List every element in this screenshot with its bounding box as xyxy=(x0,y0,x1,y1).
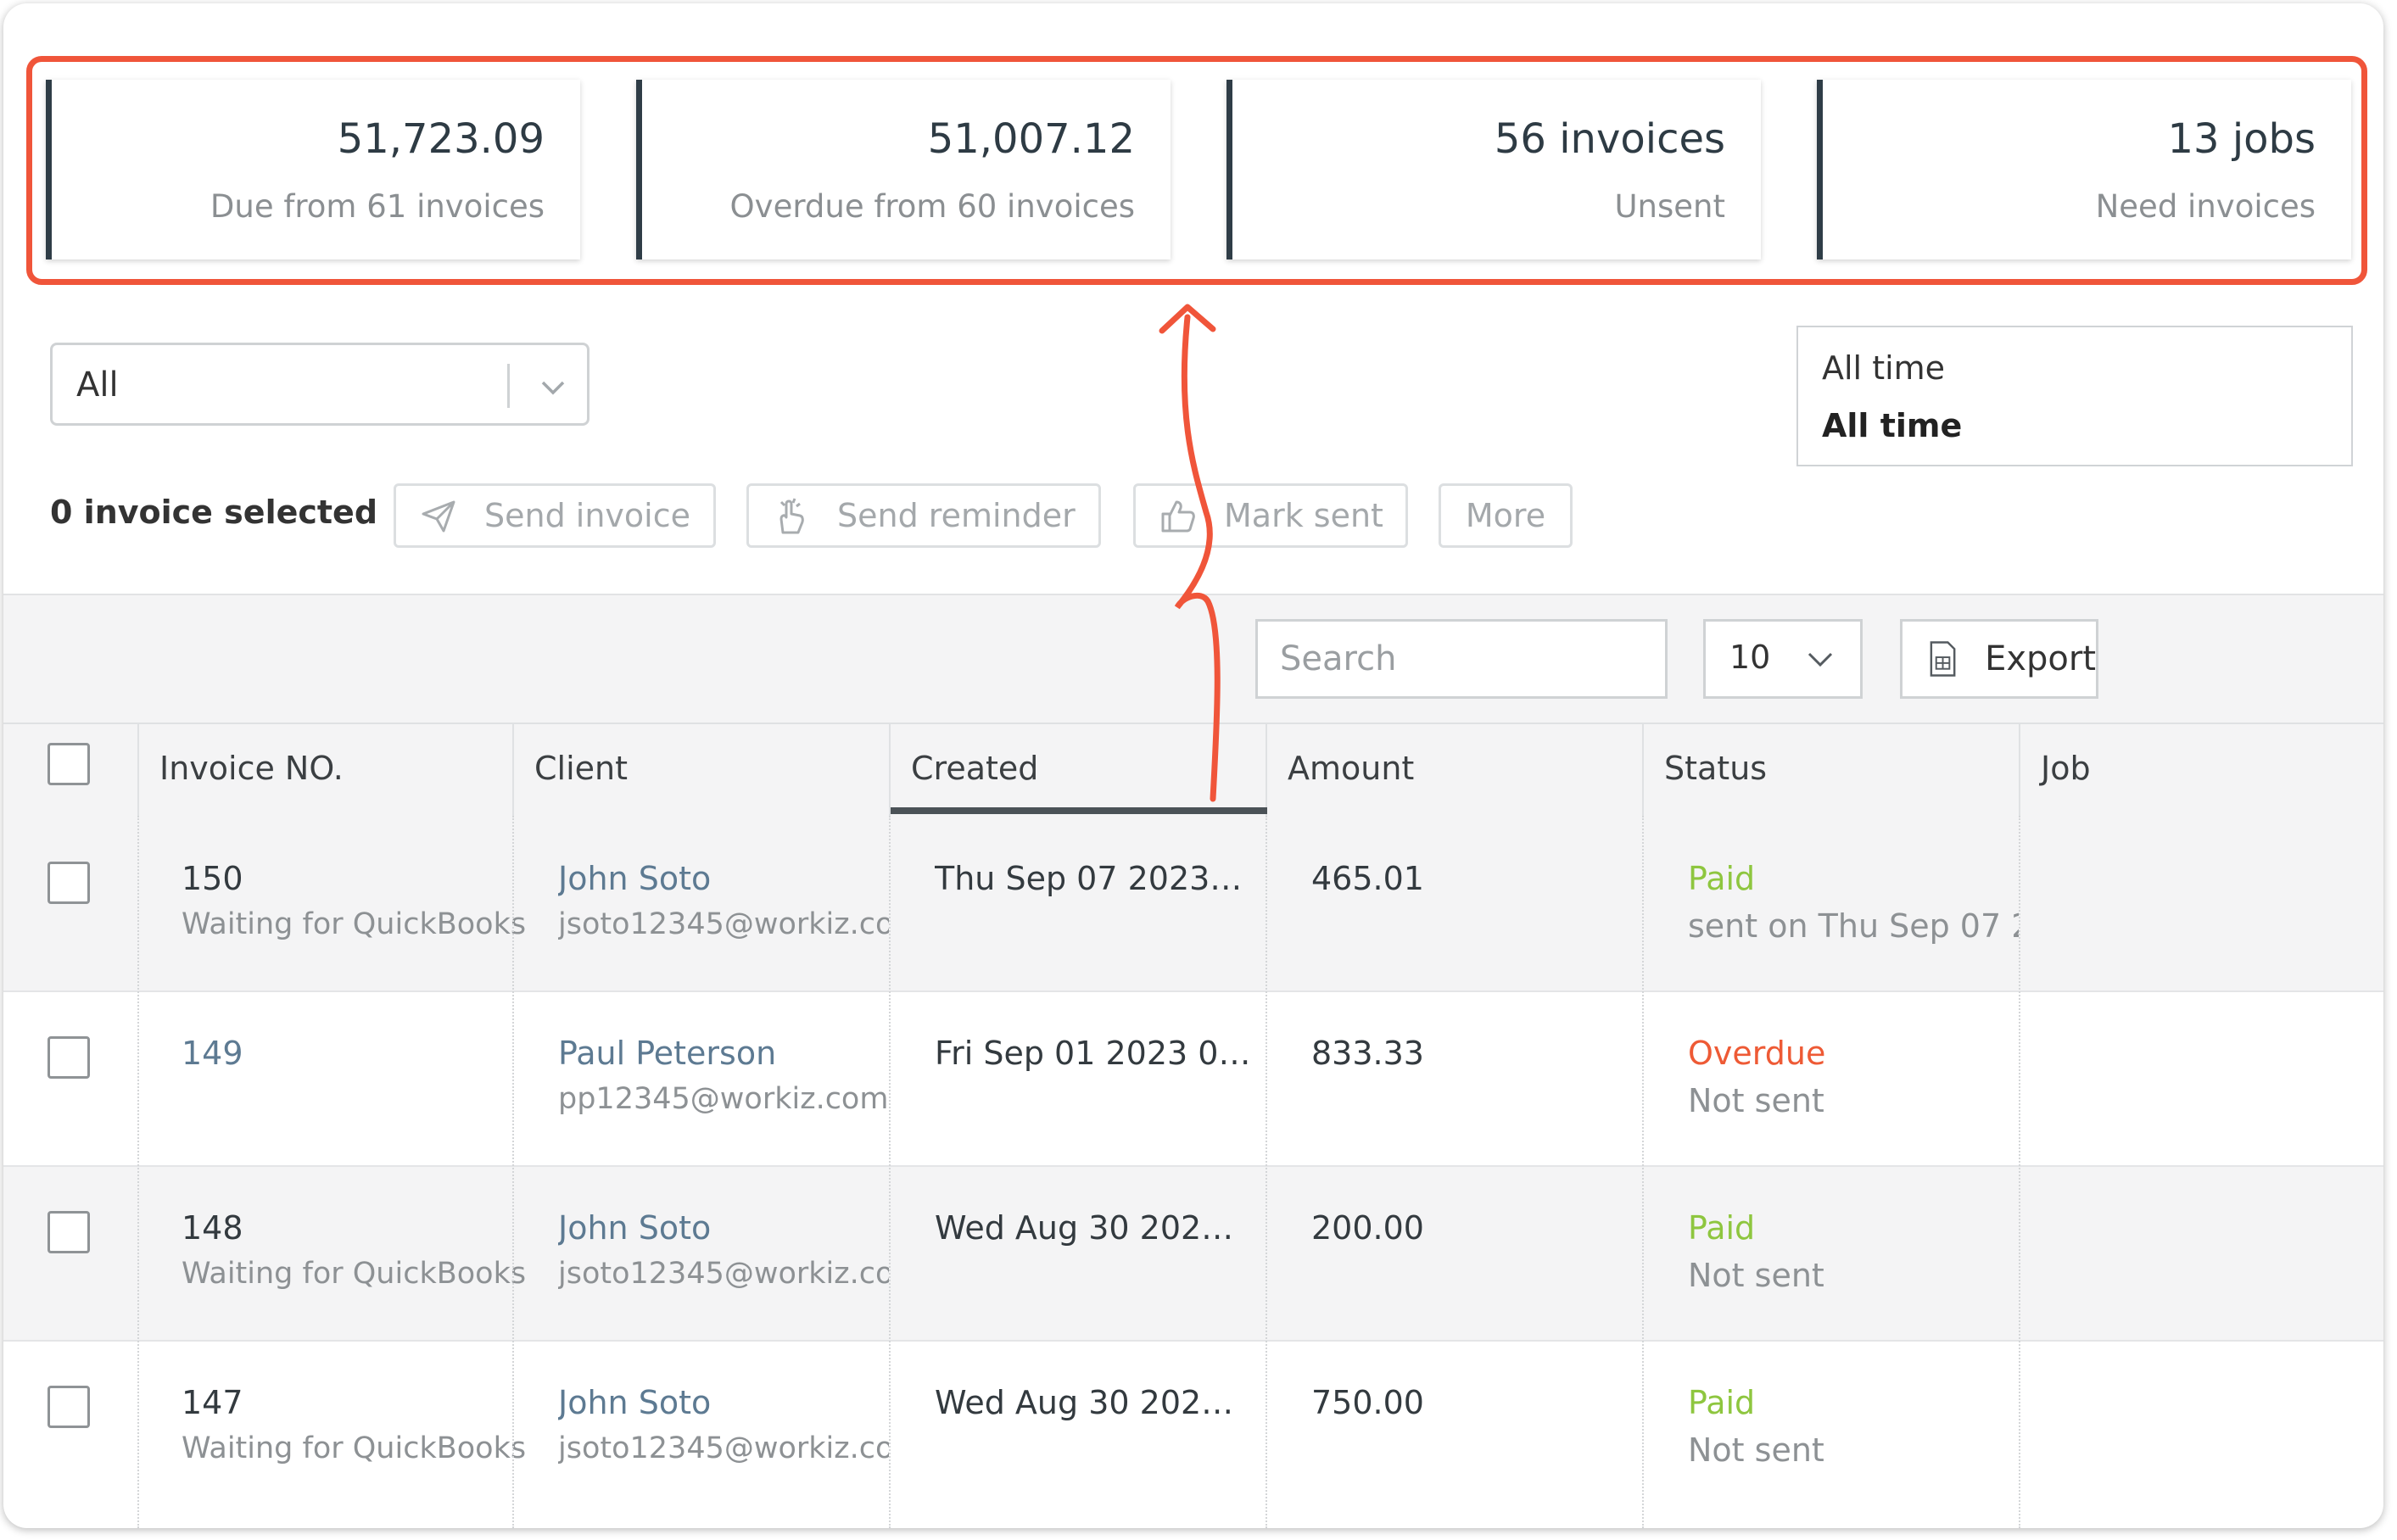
invoice-sync-status: Waiting for QuickBooks xyxy=(182,1257,527,1291)
created-date: Thu Sep 07 2023… xyxy=(935,860,1243,897)
client-name-link[interactable]: John Soto xyxy=(558,1384,711,1421)
annotation-arrow xyxy=(1159,304,1221,802)
date-range-label: All time xyxy=(1822,349,1946,387)
select-all-checkbox[interactable] xyxy=(47,743,90,785)
chevron-down-icon xyxy=(541,381,565,395)
chevron-down-icon xyxy=(1808,652,1833,667)
page-size-select[interactable]: 10 xyxy=(1703,619,1863,699)
status-detail: Not sent xyxy=(1688,1257,1824,1294)
client-email: pp12345@workiz.com xyxy=(558,1082,889,1116)
column-header-job[interactable]: Job xyxy=(2041,750,2091,787)
table-row[interactable]: 147 Waiting for QuickBooks John Soto jso… xyxy=(3,1342,2383,1515)
amount: 465.01 xyxy=(1311,860,1424,897)
created-date: Wed Aug 30 202… xyxy=(935,1384,1234,1421)
send-reminder-label: Send reminder xyxy=(837,497,1076,534)
selected-count: 0 invoice selected xyxy=(50,494,378,531)
column-divider xyxy=(2019,724,2020,817)
column-header-amount[interactable]: Amount xyxy=(1288,750,1414,787)
invoice-number: 148 xyxy=(182,1209,243,1247)
column-header-created[interactable]: Created xyxy=(911,750,1038,787)
column-header-status[interactable]: Status xyxy=(1664,750,1767,787)
invoice-sync-status: Waiting for QuickBooks xyxy=(182,907,527,941)
export-button[interactable]: Export xyxy=(1900,619,2098,699)
status-badge: Paid xyxy=(1688,1209,1756,1247)
row-checkbox[interactable] xyxy=(47,1211,90,1253)
date-range-picker[interactable]: All time All time xyxy=(1796,326,2353,466)
export-label: Export xyxy=(1985,639,2096,678)
client-name-link[interactable]: John Soto xyxy=(558,860,711,897)
table-row[interactable]: 148 Waiting for QuickBooks John Soto jso… xyxy=(3,1167,2383,1342)
status-detail: Not sent xyxy=(1688,1431,1824,1469)
more-button[interactable]: More xyxy=(1439,483,1573,548)
client-name-link[interactable]: John Soto xyxy=(558,1209,711,1247)
date-range-value: All time xyxy=(1822,407,1963,444)
invoices-panel: 51,723.09 Due from 61 invoices 51,007.12… xyxy=(3,3,2383,1528)
invoice-number-link[interactable]: 149 xyxy=(182,1035,243,1072)
client-name-link[interactable]: Paul Peterson xyxy=(558,1035,776,1072)
column-divider xyxy=(1642,724,1644,817)
column-header-client[interactable]: Client xyxy=(534,750,628,787)
send-invoice-label: Send invoice xyxy=(484,497,690,534)
page-size-value: 10 xyxy=(1729,639,1771,676)
column-guide xyxy=(889,816,891,1528)
column-guide xyxy=(512,816,514,1528)
column-guide xyxy=(2019,816,2020,1528)
filter-selected-value: All xyxy=(76,365,119,405)
more-label: More xyxy=(1465,497,1546,534)
column-divider xyxy=(512,724,514,817)
column-guide xyxy=(137,816,139,1528)
spreadsheet-icon xyxy=(1930,641,1956,677)
created-date: Wed Aug 30 202… xyxy=(935,1209,1234,1247)
table-row[interactable]: 150 Waiting for QuickBooks John Soto jso… xyxy=(3,817,2383,992)
invoice-number: 147 xyxy=(182,1384,243,1421)
row-checkbox[interactable] xyxy=(47,1386,90,1428)
send-invoice-button[interactable]: Send invoice xyxy=(394,483,716,548)
client-email: jsoto12345@workiz.com xyxy=(558,1431,889,1465)
table-row[interactable]: 149 Paul Peterson pp12345@workiz.com Fri… xyxy=(3,992,2383,1167)
status-badge: Paid xyxy=(1688,1384,1756,1421)
mark-sent-label: Mark sent xyxy=(1224,497,1383,534)
created-date: Fri Sep 01 2023 0… xyxy=(935,1035,1251,1072)
client-email: jsoto12345@workiz.com xyxy=(558,1257,889,1291)
status-badge: Paid xyxy=(1688,860,1756,897)
send-reminder-button[interactable]: Send reminder xyxy=(746,483,1101,548)
status-badge: Overdue xyxy=(1688,1035,1826,1072)
invoice-sync-status: Waiting for QuickBooks xyxy=(182,1431,527,1465)
paper-plane-icon xyxy=(422,500,455,533)
column-header-invoice[interactable]: Invoice NO. xyxy=(159,750,344,787)
column-guide xyxy=(1642,816,1644,1528)
amount: 750.00 xyxy=(1311,1384,1424,1421)
reminder-hand-icon xyxy=(779,498,804,534)
invoice-number: 150 xyxy=(182,860,243,897)
dropdown-divider xyxy=(507,364,510,408)
row-checkbox[interactable] xyxy=(47,862,90,904)
column-guide xyxy=(1266,816,1267,1528)
highlight-box xyxy=(26,56,2367,285)
search-input[interactable] xyxy=(1258,622,1665,696)
status-filter-dropdown[interactable]: All xyxy=(50,343,589,426)
column-divider xyxy=(1266,724,1267,817)
column-divider xyxy=(137,724,139,817)
search-input-box[interactable] xyxy=(1255,619,1668,699)
amount: 200.00 xyxy=(1311,1209,1424,1247)
column-divider xyxy=(889,724,891,817)
amount: 833.33 xyxy=(1311,1035,1424,1072)
status-detail: sent on Thu Sep 07 2 xyxy=(1688,907,2019,945)
client-email: jsoto12345@workiz.com xyxy=(558,907,889,941)
status-detail: Not sent xyxy=(1688,1082,1824,1119)
row-checkbox[interactable] xyxy=(47,1036,90,1079)
